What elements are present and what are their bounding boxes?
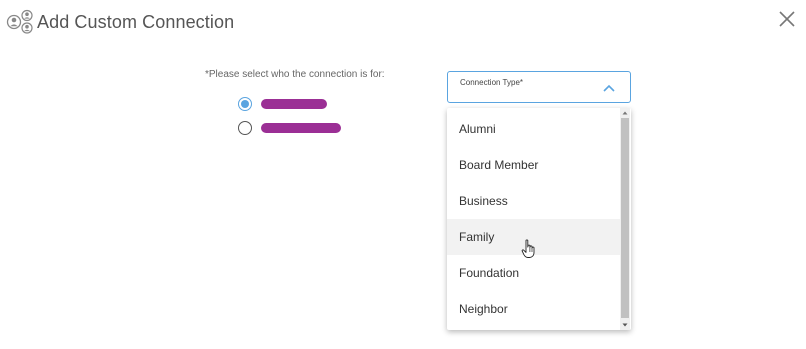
scroll-down-arrow-icon[interactable] (620, 320, 630, 330)
dialog-title: Add Custom Connection (37, 11, 235, 32)
dropdown-options: Alumni Board Member Business Family Foun… (447, 111, 620, 327)
radio-option-2[interactable] (238, 121, 341, 135)
option-board-member[interactable]: Board Member (447, 147, 620, 183)
connection-type-select[interactable]: Connection Type* (447, 71, 631, 103)
chevron-up-icon[interactable] (603, 84, 615, 92)
connection-for-prompt: *Please select who the connection is for… (205, 69, 385, 80)
redacted-name (261, 99, 327, 109)
connection-type-label: Connection Type* (460, 78, 524, 87)
dialog-header: Add Custom Connection (6, 8, 234, 36)
option-foundation[interactable]: Foundation (447, 255, 620, 291)
option-business[interactable]: Business (447, 183, 620, 219)
option-neighbor[interactable]: Neighbor (447, 291, 620, 327)
dropdown-scrollbar[interactable] (620, 108, 630, 330)
scroll-up-arrow-icon[interactable] (620, 108, 630, 118)
option-family[interactable]: Family (447, 219, 620, 255)
scrollbar-thumb[interactable] (621, 118, 629, 318)
connection-type-dropdown[interactable]: Alumni Board Member Business Family Foun… (447, 108, 631, 330)
option-alumni[interactable]: Alumni (447, 111, 620, 147)
radio-button-selected[interactable] (238, 97, 252, 111)
close-icon[interactable] (778, 10, 796, 28)
radio-option-1[interactable] (238, 97, 327, 111)
radio-button[interactable] (238, 121, 252, 135)
people-icon (6, 9, 33, 34)
redacted-name (261, 123, 341, 133)
